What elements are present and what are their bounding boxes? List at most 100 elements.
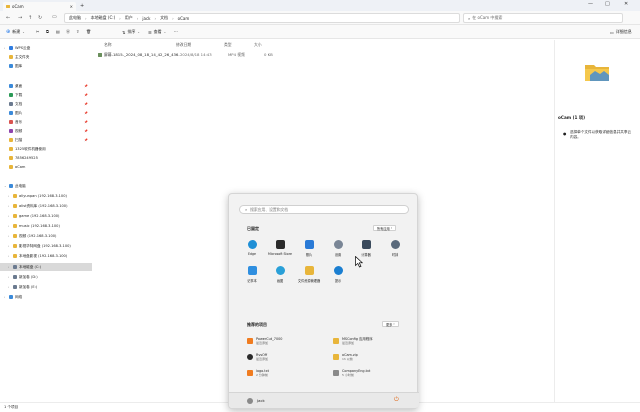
file-size: 0 KB [264,52,273,57]
sort-button[interactable]: ⇅ 排序 ⌄ [122,29,140,35]
sidebar-item-downloads[interactable]: 下载 📌 [0,91,92,99]
tab-close-icon[interactable]: × [70,4,73,9]
more-button[interactable]: 更多 › [382,321,399,327]
photos-icon [304,240,314,249]
app-label: Edge [247,252,257,256]
back-arrow-icon[interactable]: ← [6,15,10,21]
copy-icon[interactable]: ⧉ [46,29,49,34]
sidebar-item-this-pc[interactable]: ⌄ 此电脑 [0,182,92,190]
pinned-app-notepad[interactable]: 记事本 [240,265,264,287]
search-input[interactable]: 在 oCam 中搜索 [472,15,502,21]
pinned-app-clock[interactable]: 时钟 [383,239,407,261]
sidebar-item-folder[interactable]: 1325软件机器使用 [0,145,92,153]
tab-ocam[interactable]: oCam × [3,2,76,11]
sidebar-item-ocam[interactable]: oCam [0,163,92,171]
recommended-item[interactable]: MSConfig 应用程序 最近添加 [333,336,403,346]
view-button[interactable]: ☰ 查看 ⌄ [148,29,166,35]
minimize-button[interactable]: — [588,1,593,7]
maximize-button[interactable]: □ [605,1,610,7]
pinned-app-tips[interactable]: 提示 [326,265,350,287]
sidebar-item-drive[interactable]: › 影视华特网盘 (192.168.3.100) [0,242,92,250]
recommended-item[interactable]: oCam.zip 1h 以前 [333,352,403,362]
breadcrumb-item[interactable]: 此电脑 [69,15,81,21]
pinned-app-photos[interactable]: 照片 [297,239,321,261]
breadcrumb-item[interactable]: 本地磁盘 (C:) [91,15,116,21]
sidebar-item-music[interactable]: 音乐 📌 [0,118,92,126]
sidebar-item-wps[interactable]: › WPS云盘 [0,44,92,52]
recommended-item[interactable]: RvsOff 最近添加 [247,352,317,362]
cut-icon[interactable]: ✂ [36,29,39,34]
paste-icon[interactable]: ▤ [56,29,60,34]
pinned-app-paint[interactable]: 画图 [268,265,292,287]
monitor-icon: ▭ [52,14,57,20]
sidebar-item-label: aliyunpan (192.168.3.100) [19,194,67,198]
recommended-item[interactable]: CompanyEng.txt 5 小时前 [333,368,403,378]
sidebar-item-drive[interactable]: › aliyunpan (192.168.3.100) [0,192,92,200]
sidebar-item-label: 新加卷 (E:) [19,284,38,289]
refresh-icon[interactable]: ↻ [38,15,42,21]
sidebar-item-drive[interactable]: › alist资料库 (192.168.3.100) [0,202,92,210]
power-icon[interactable]: ⏻ [394,396,399,404]
forward-arrow-icon[interactable]: → [18,15,22,21]
share-icon[interactable]: ⇪ [76,29,79,34]
home-icon [9,55,13,59]
sidebar-item-desktop[interactable]: 桌面 📌 [0,82,92,90]
mouse-cursor-icon [355,256,363,268]
breadcrumb-item[interactable]: 用户 [125,15,133,21]
download-icon [9,93,13,97]
column-header-date[interactable]: 修改日期 [176,42,191,48]
breadcrumb-item[interactable]: oCam [178,16,190,21]
sidebar-item-network[interactable]: › 网络 [0,293,92,301]
breadcrumb-item[interactable]: jack [142,16,150,21]
sidebar-item-drive-c[interactable]: › 本地磁盘 (C:) [0,263,92,271]
sidebar-item-folder[interactable]: 7856249525 [0,154,92,162]
breadcrumb[interactable]: 此电脑 › 本地磁盘 (C:) › 用户 › jack › 文档 › oCam [64,13,460,23]
delete-icon[interactable]: 🗑 [86,29,91,34]
search-box[interactable]: ⌕ 在 oCam 中搜索 [463,13,623,23]
sidebar-item-home[interactable]: 主文件夹 [0,53,92,61]
sidebar-item-gallery[interactable]: 图库 [0,62,92,70]
pinned-app-edge[interactable]: Edge [240,239,264,261]
new-tab-button[interactable]: + [80,3,84,9]
start-search-box[interactable]: ⌕ 搜索应用、设置和文档 [239,205,409,214]
sidebar-item-drive-e[interactable]: › 新加卷 (E:) [0,283,92,291]
table-row[interactable]: 屏幕-1815-_2024_08_18_14_42_26_436... 2024… [98,51,554,58]
view-icon: ☰ [148,29,152,35]
network-drive-icon [13,224,17,228]
all-apps-button[interactable]: 所有应用 › [373,225,397,231]
sidebar-item-drive[interactable]: › game (192.168.3.100) [0,212,92,220]
pinned-app-settings[interactable]: 设置 [326,239,350,261]
sidebar-item-label: 影视华特网盘 (192.168.3.100) [19,243,71,248]
column-header-name[interactable]: 名称 [104,42,112,48]
recommended-item[interactable]: PowerCut_7000 最近添加 [247,336,317,346]
column-header-type[interactable]: 类型 [224,42,232,48]
start-search-input[interactable]: 搜索应用、设置和文档 [250,207,288,213]
user-avatar[interactable] [247,398,253,404]
pin-icon: 📌 [84,84,88,88]
sidebar-item-pictures[interactable]: 图片 📌 [0,109,92,117]
column-header-size[interactable]: 大小 [254,42,262,48]
more-button[interactable]: ··· [174,29,178,34]
up-arrow-icon[interactable]: ↑ [28,15,32,21]
sort-icon: ⇅ [122,29,126,35]
pinned-app-file-explorer[interactable]: 文件资源管理器 [297,265,321,287]
file-date: 2024/8/18 14:43 [180,52,212,57]
sidebar-item-drive[interactable]: › music (192.168.3.100) [0,222,92,230]
details-button[interactable]: ▭ 详细信息 [610,29,632,35]
pinned-app-store[interactable]: Microsoft Store [268,239,292,261]
user-name[interactable]: Jack [257,398,265,403]
new-button[interactable]: ⊕ 新建 ⌄ [6,29,25,35]
sidebar-item-drive-d[interactable]: › 新加卷 (D:) [0,273,92,281]
tab-title: oCam [12,4,24,9]
breadcrumb-chevron-icon: › [85,15,87,21]
sidebar-item-videos[interactable]: 视频 📌 [0,127,92,135]
rename-icon[interactable]: Ⓐ [66,29,70,35]
breadcrumb-item[interactable]: 文档 [160,15,168,21]
sidebar-item-drive[interactable]: › 视频 (192.168.3.100) [0,232,92,240]
sidebar-item-scan[interactable]: 扫描 📌 [0,136,92,144]
sidebar-item-documents[interactable]: 文档 📌 [0,100,92,108]
recommended-item[interactable]: logo.txt 2 分钟前 [247,368,317,378]
close-button[interactable]: ✕ [624,1,628,7]
folder-icon [9,147,13,151]
sidebar-item-drive[interactable]: › 本地盘影视 (192.168.3.100) [0,252,92,260]
